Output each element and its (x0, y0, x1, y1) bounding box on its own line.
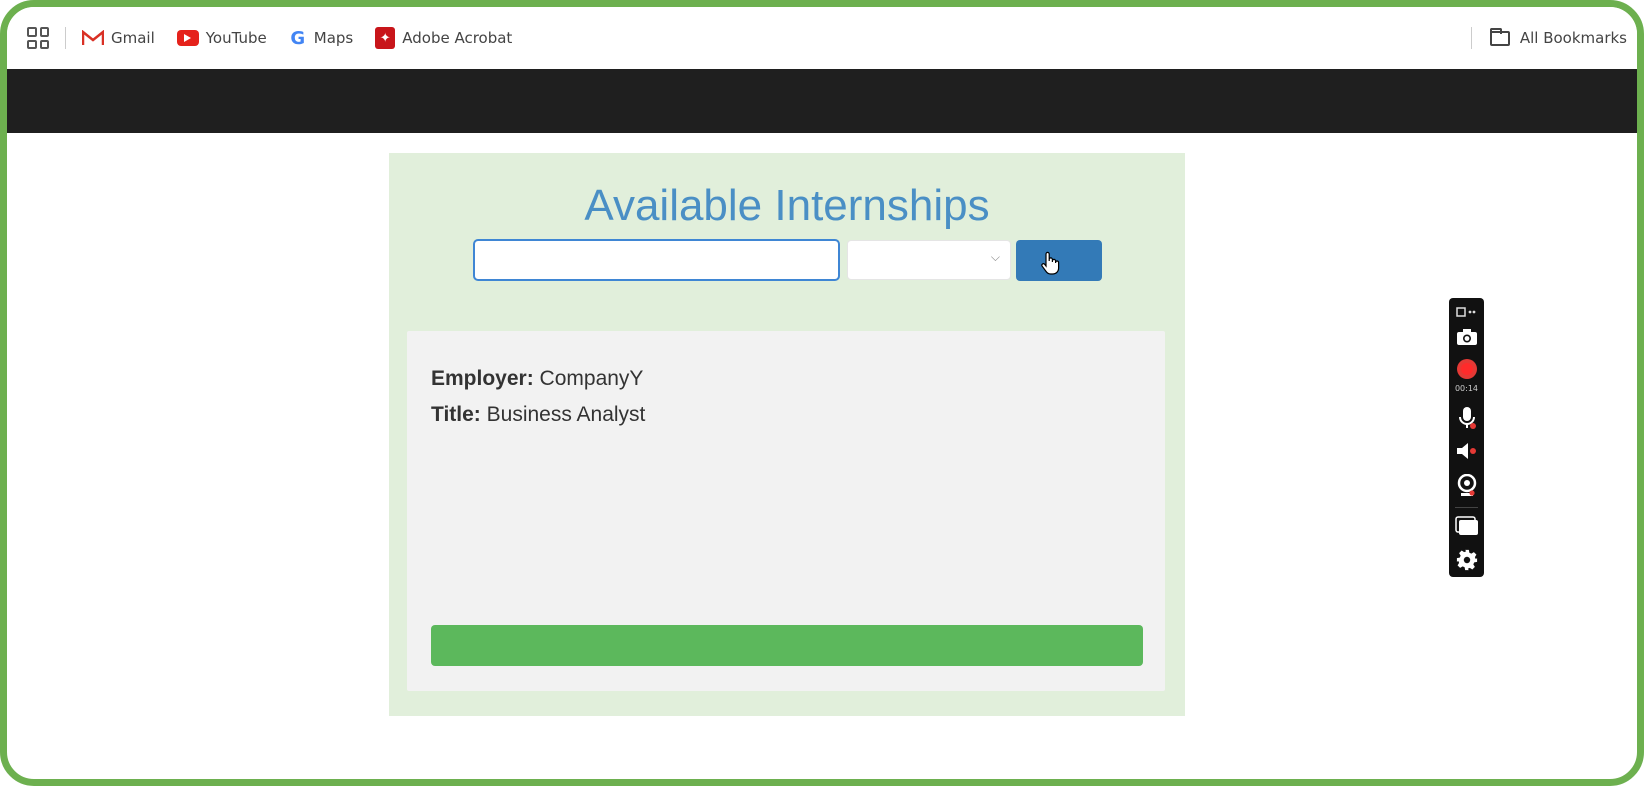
page-title: Available Internships (584, 181, 990, 230)
google-maps-icon: G (290, 27, 306, 49)
camera-icon[interactable] (1449, 325, 1484, 349)
bookmark-gmail[interactable]: Gmail (82, 29, 155, 47)
drag-handle-icon[interactable] (1449, 305, 1484, 319)
record-icon[interactable] (1449, 357, 1484, 381)
hand-cursor-icon (1041, 251, 1060, 275)
toolbar-divider (1455, 507, 1478, 508)
bookmark-label: Adobe Acrobat (402, 29, 513, 47)
employer-label: Employer: (431, 367, 534, 390)
window-icon[interactable] (1449, 514, 1484, 538)
folder-icon (1489, 27, 1510, 46)
bookmark-youtube[interactable]: YouTube (176, 29, 267, 47)
bookmark-label: YouTube (205, 29, 267, 47)
title-value: Business Analyst (486, 403, 646, 426)
bookmark-label: Gmail (111, 29, 155, 47)
all-bookmarks-label: All Bookmarks (1519, 29, 1627, 47)
gmail-icon (82, 30, 104, 46)
employer-value: CompanyY (539, 367, 644, 390)
speaker-icon[interactable] (1449, 439, 1484, 463)
screen-frame: Gmail YouTube G Maps ✦ Adobe Acrobat All… (0, 0, 1644, 786)
search-button[interactable] (1016, 240, 1102, 281)
microphone-icon[interactable] (1449, 405, 1484, 431)
bookmarks-divider (1470, 27, 1472, 49)
bookmark-maps[interactable]: G Maps (289, 28, 353, 49)
internships-panel: Available Internships ⌵ Employer: Compan… (389, 153, 1185, 716)
title-label: Title: (431, 403, 481, 426)
chevron-down-icon: ⌵ (990, 250, 1000, 264)
all-bookmarks-button[interactable]: All Bookmarks (1489, 27, 1627, 47)
search-input[interactable] (473, 239, 840, 281)
adobe-acrobat-icon: ✦ (375, 27, 396, 49)
filter-select[interactable]: ⌵ (847, 240, 1011, 280)
bookmarks-bar: Gmail YouTube G Maps ✦ Adobe Acrobat All… (7, 7, 1637, 69)
internship-listing-card: Employer: CompanyY Title: Business Analy… (407, 331, 1165, 691)
site-header (7, 69, 1637, 133)
webcam-icon[interactable] (1449, 473, 1484, 499)
all-bookmarks-area: All Bookmarks (1470, 7, 1627, 69)
bookmark-adobe-acrobat[interactable]: ✦ Adobe Acrobat (375, 27, 512, 49)
recording-timer: 00:14 (1454, 384, 1479, 393)
gear-icon[interactable] (1449, 547, 1484, 573)
title-field: Title: Business Analyst (431, 403, 645, 427)
apps-grid-icon[interactable] (27, 27, 49, 49)
bookmarks-divider (65, 27, 66, 49)
apply-button[interactable] (431, 625, 1143, 666)
youtube-icon (176, 30, 199, 46)
bookmark-label: Maps (313, 29, 354, 47)
employer-field: Employer: CompanyY (431, 367, 643, 391)
